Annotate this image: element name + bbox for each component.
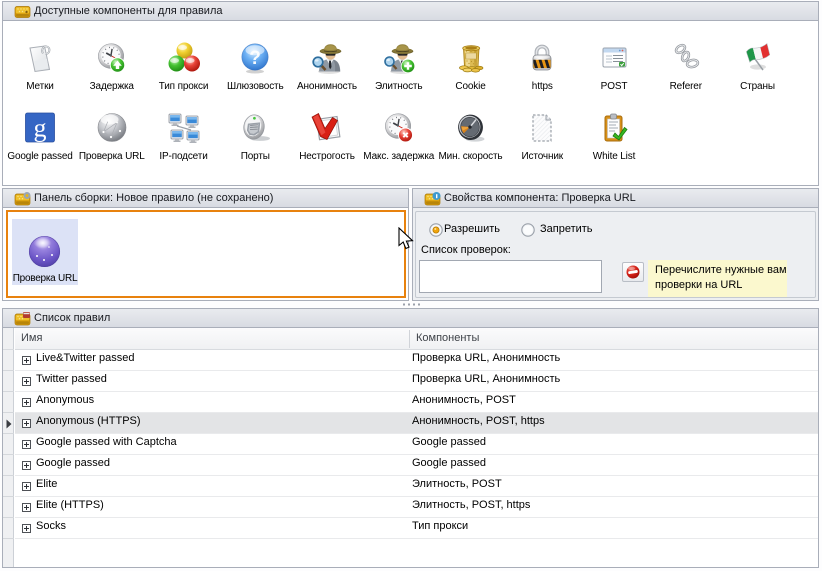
- svg-text:g: g: [34, 114, 47, 143]
- svg-text:?: ?: [249, 48, 261, 69]
